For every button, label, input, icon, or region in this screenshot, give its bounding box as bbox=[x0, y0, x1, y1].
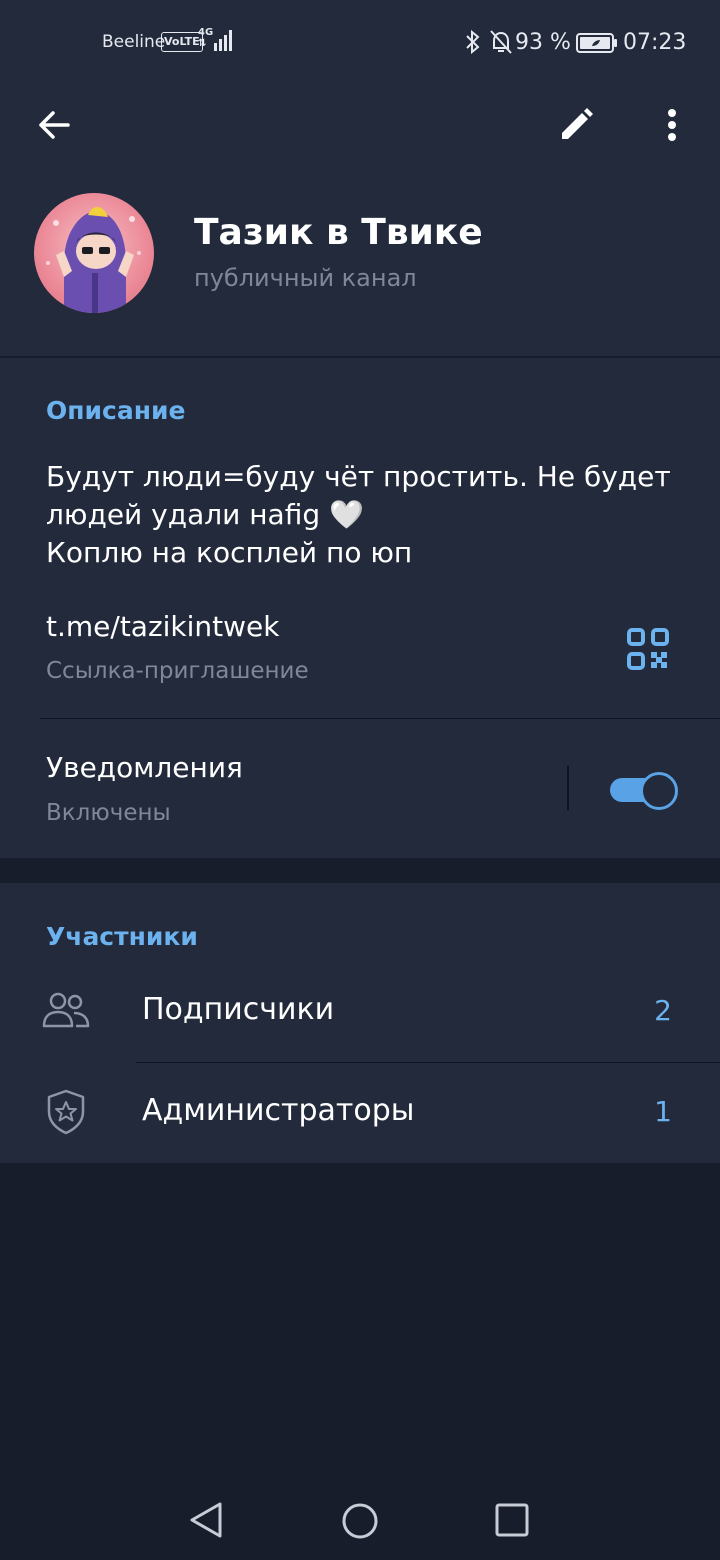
back-arrow-icon bbox=[39, 111, 70, 139]
pencil-icon bbox=[562, 108, 593, 139]
people-icon bbox=[42, 992, 90, 1028]
status-bar: Beeline VoLTE 4G ⇅ 93 % 07:23 bbox=[0, 0, 720, 84]
channel-description: Будут люди=буду чёт простить. Не будет л… bbox=[46, 458, 686, 572]
separator bbox=[567, 766, 569, 810]
description-line: Будут люди=буду чёт простить. Не будет bbox=[46, 460, 671, 493]
description-line: людей удали наfig 🤍 bbox=[46, 498, 364, 531]
subscribers-count: 2 bbox=[654, 994, 672, 1027]
avatar-image bbox=[46, 206, 141, 313]
bell-muted-icon bbox=[490, 30, 512, 54]
subscribers-label[interactable]: Подписчики bbox=[142, 992, 334, 1027]
qr-code-icon[interactable] bbox=[627, 628, 669, 670]
toggle-knob bbox=[640, 772, 678, 810]
nav-recent-apps-icon[interactable] bbox=[495, 1503, 529, 1537]
battery-icon bbox=[576, 33, 617, 53]
edit-button[interactable] bbox=[552, 101, 600, 149]
admins-label[interactable]: Администраторы bbox=[142, 1093, 414, 1128]
notifications-label[interactable]: Уведомления bbox=[46, 751, 243, 784]
channel-title: Тазик в Твике bbox=[194, 212, 483, 253]
description-line: Коплю на косплей по юп bbox=[46, 536, 413, 569]
notifications-state: Включены bbox=[46, 800, 171, 826]
carrier-name: Beeline bbox=[102, 32, 166, 52]
battery-percent: 93 % bbox=[515, 30, 571, 55]
channel-avatar[interactable] bbox=[34, 193, 154, 313]
more-menu-button[interactable] bbox=[648, 101, 696, 149]
invite-link[interactable]: t.me/tazikintwek bbox=[46, 610, 280, 643]
description-section-title: Описание bbox=[46, 396, 186, 425]
bluetooth-icon bbox=[466, 29, 480, 55]
nav-back-icon[interactable] bbox=[188, 1500, 224, 1540]
divider bbox=[136, 1062, 720, 1063]
signal-icon bbox=[214, 30, 232, 51]
clock: 07:23 bbox=[623, 30, 687, 55]
divider bbox=[40, 718, 720, 719]
network-type: 4G ⇅ bbox=[198, 27, 214, 49]
volte-badge: VoLTE bbox=[161, 32, 203, 52]
admins-count: 1 bbox=[654, 1095, 672, 1128]
invite-link-label: Ссылка-приглашение bbox=[46, 658, 309, 684]
members-section-title: Участники bbox=[46, 922, 198, 951]
notifications-toggle[interactable] bbox=[610, 771, 678, 810]
shield-star-icon bbox=[47, 1089, 85, 1135]
channel-type: публичный канал bbox=[194, 264, 417, 292]
back-button[interactable] bbox=[30, 101, 78, 149]
more-vertical-icon bbox=[668, 109, 676, 141]
nav-home-icon[interactable] bbox=[341, 1502, 379, 1540]
